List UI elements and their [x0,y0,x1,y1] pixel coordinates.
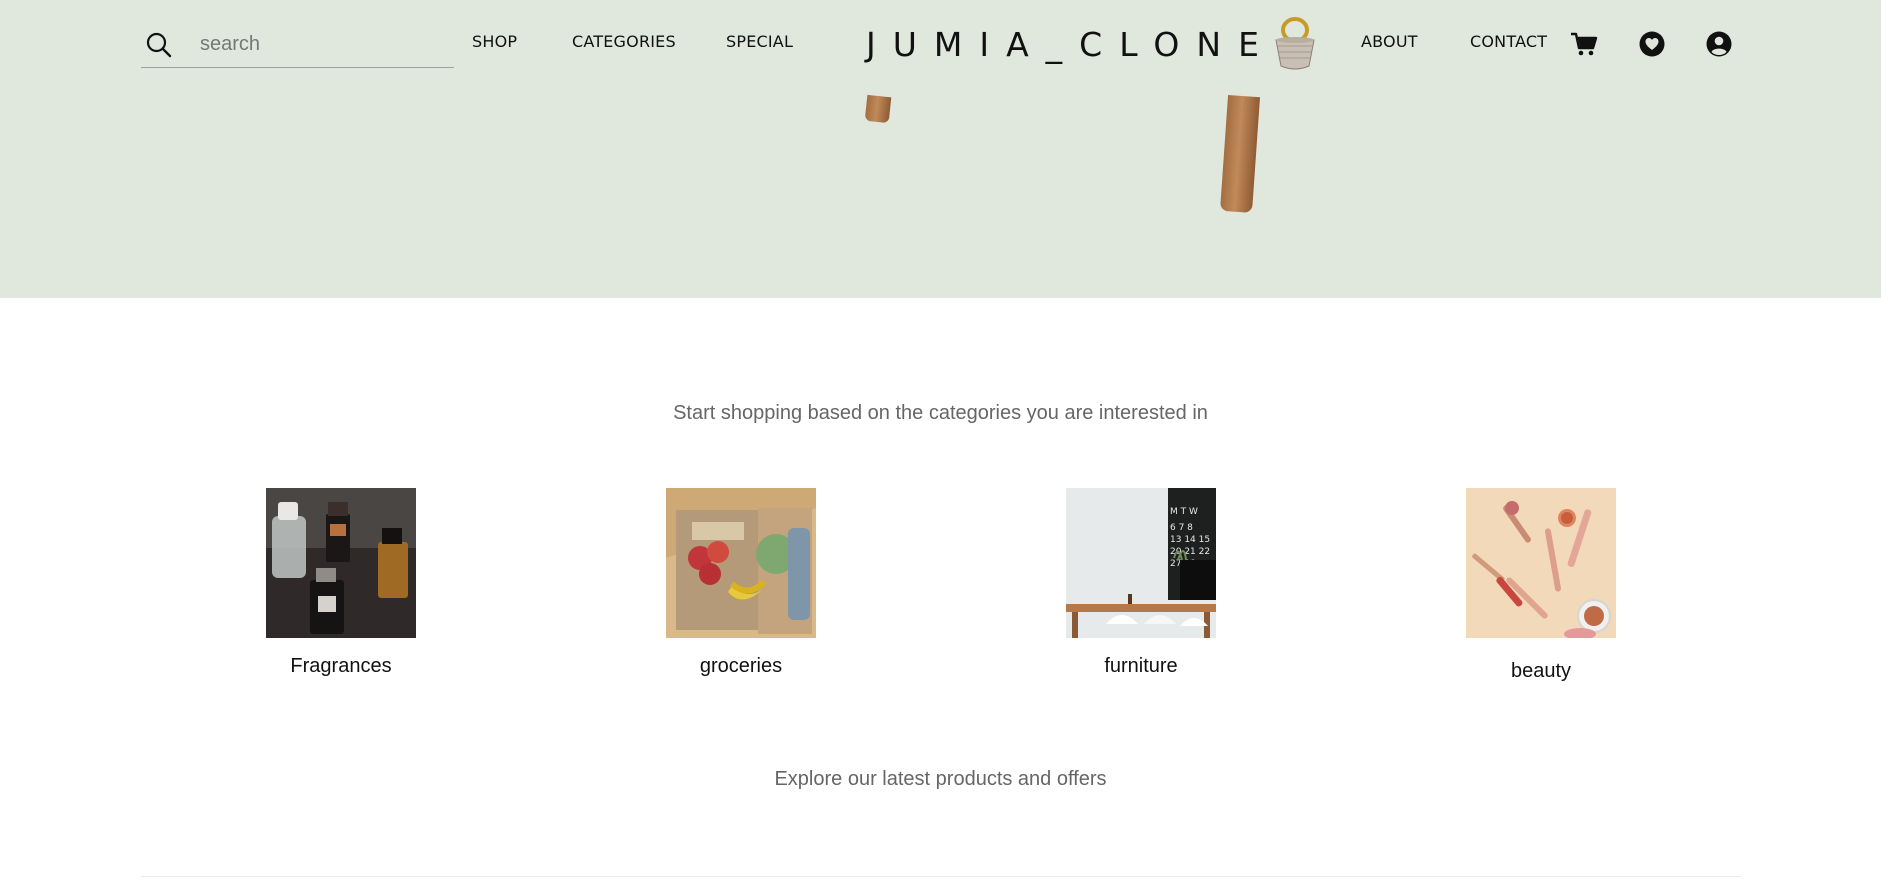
site-logo[interactable]: JUMIA_CLONE [866,10,1320,78]
nav-special-link[interactable]: SPECIAL [726,32,793,51]
category-card-beauty[interactable]: beauty [1466,488,1616,683]
furniture-image: M T W 6 7 8 13 14 15 20 21 22 27 28 [1066,488,1216,638]
logo-text: JUMIA_CLONE [866,24,1276,64]
category-card-furniture[interactable]: M T W 6 7 8 13 14 15 20 21 22 27 28 furn… [1066,488,1216,678]
basket-logo-icon [1270,16,1320,72]
categories-heading: Start shopping based on the categories y… [673,402,1208,424]
search-bar [141,22,454,68]
heart-icon[interactable] [1638,30,1666,58]
chair-leg-image [1219,95,1261,213]
nav-shop-link[interactable]: SHOP [472,32,517,51]
category-label: groceries [699,655,783,677]
category-label: beauty [1510,660,1572,682]
svg-text:13 14 15: 13 14 15 [1170,535,1210,545]
nav-about-link[interactable]: ABOUT [1361,32,1418,51]
category-card-groceries[interactable]: groceries [666,488,816,678]
cart-icon[interactable] [1570,30,1598,58]
user-icon[interactable] [1705,30,1733,58]
beauty-image [1466,488,1616,638]
category-label: Fragrances [290,655,392,677]
fragrances-image [266,488,416,638]
search-input[interactable] [200,33,440,56]
nav-categories-link[interactable]: CATEGORIES [572,32,676,51]
svg-text:M T W: M T W [1170,507,1198,517]
category-label: furniture [1104,655,1178,677]
latest-products-heading: Explore our latest products and offers [774,768,1107,790]
svg-text:6 7 8: 6 7 8 [1170,523,1193,533]
nav-contact-link[interactable]: CONTACT [1470,32,1547,51]
hero-banner: SHOP CATEGORIES SPECIAL JUMIA_CLONE ABOU… [0,0,1881,298]
top-navbar: SHOP CATEGORIES SPECIAL JUMIA_CLONE ABOU… [0,0,1881,90]
chair-leg-image [864,94,892,124]
section-divider [141,876,1741,877]
category-card-fragrances[interactable]: Fragrances [266,488,416,678]
groceries-image [666,488,816,638]
search-icon[interactable] [144,30,174,60]
